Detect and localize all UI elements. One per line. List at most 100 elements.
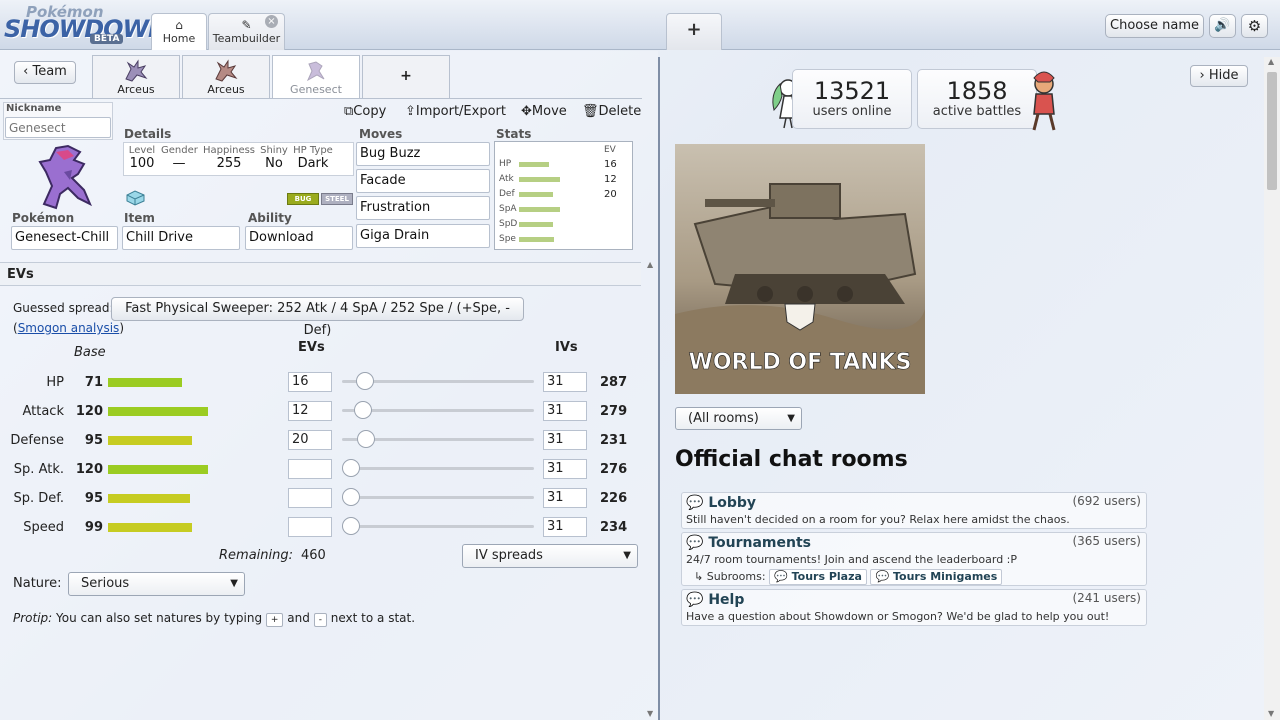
rooms-filter-value: (All rooms) <box>688 411 759 426</box>
showdown-logo[interactable]: Pokémon SHOWDOWN! BETA <box>4 3 178 47</box>
iv-spreads-select[interactable]: IV spreads ▼ <box>462 544 638 568</box>
ev-slider-track[interactable] <box>342 467 534 470</box>
left-scrollbar[interactable]: ▲ ▼ <box>645 260 657 720</box>
base-stat-bar <box>108 436 192 445</box>
choose-name-button[interactable]: Choose name <box>1105 14 1204 38</box>
ev-slider-track[interactable] <box>342 525 534 528</box>
import-export-button[interactable]: ⇪Import/Export <box>405 104 506 119</box>
ev-input[interactable]: 20 <box>288 430 332 450</box>
nature-select[interactable]: Serious ▼ <box>68 572 245 596</box>
protip-prefix: Protip: <box>13 611 53 625</box>
gender-header: Gender <box>161 145 198 156</box>
pokemon-tab-genesect[interactable]: Genesect <box>272 55 360 99</box>
guessed-spread-button[interactable]: Fast Physical Sweeper: 252 Atk / 4 SpA /… <box>111 297 524 338</box>
scroll-down-icon[interactable]: ▼ <box>647 709 653 718</box>
iv-input[interactable]: 31 <box>543 401 587 421</box>
scroll-up-icon[interactable]: ▲ <box>647 260 653 269</box>
stats-summary-button[interactable]: EV HP 16 Atk 12 Def 20 SpA SpD Spe <box>494 141 633 250</box>
right-scrollbar[interactable]: ▲ ▼ <box>1264 57 1280 720</box>
chat-bubble-icon: 💬 <box>875 570 890 583</box>
hptype-value: Dark <box>297 156 329 171</box>
iv-input[interactable]: 31 <box>543 488 587 508</box>
move-2-input[interactable]: Facade <box>356 169 490 193</box>
copy-label: Copy <box>353 104 387 119</box>
mini-stat-bar <box>519 207 560 212</box>
room-description: 24/7 room tournaments! Join and ascend t… <box>686 553 1018 566</box>
scroll-down-icon[interactable]: ▼ <box>1268 709 1274 718</box>
tab-teambuilder[interactable]: ✎ Teambuilder × <box>208 13 285 50</box>
ev-slider-handle[interactable] <box>342 459 360 477</box>
subroom-arrow-icon: ↳ <box>694 570 704 583</box>
pokemon-input[interactable]: Genesect-Chill <box>11 226 118 250</box>
pokemon-tab-arceus-2[interactable]: Arceus <box>182 55 270 99</box>
ad-brand-text: WORLD OF TANKS <box>689 350 912 375</box>
nickname-input[interactable] <box>5 117 111 138</box>
minus-key: - <box>313 613 327 627</box>
level-value: 100 <box>129 156 155 171</box>
move-4-input[interactable]: Giga Drain <box>356 224 490 248</box>
move-3-input[interactable]: Frustration <box>356 196 490 220</box>
base-stat-value: 95 <box>84 491 103 506</box>
item-label: Item <box>124 211 155 225</box>
add-pokemon-tab[interactable]: + <box>362 55 450 99</box>
ev-input[interactable] <box>288 459 332 479</box>
ev-input[interactable] <box>288 517 332 537</box>
genesect-sprite[interactable] <box>34 142 96 212</box>
chevron-down-icon: ▼ <box>230 578 238 589</box>
iv-input[interactable]: 31 <box>543 459 587 479</box>
settings-button[interactable]: ⚙ <box>1241 14 1268 38</box>
ability-input[interactable]: Download <box>245 226 353 250</box>
tab-home[interactable]: ⌂ Home <box>151 13 207 50</box>
iv-input[interactable]: 31 <box>543 430 587 450</box>
subroom-tours-plaza[interactable]: 💬 Tours Plaza <box>769 569 867 585</box>
room-lobby[interactable]: 💬 Lobby (692 users) Still haven't decide… <box>681 492 1147 529</box>
rooms-filter-select[interactable]: (All rooms) ▼ <box>675 407 802 430</box>
copy-button[interactable]: ⧉Copy <box>344 104 386 119</box>
iv-input[interactable]: 31 <box>543 372 587 392</box>
chat-bubble-icon: 💬 <box>774 570 788 583</box>
stat-total: 279 <box>600 404 628 419</box>
base-stat-bar <box>108 494 190 503</box>
shiny-value: No <box>265 156 283 171</box>
subroom-tours-minigames[interactable]: 💬 Tours Minigames <box>870 569 1003 585</box>
delete-button[interactable]: 🗑Delete <box>582 104 641 119</box>
evs-title: EVs <box>7 267 34 282</box>
plus-key: + <box>265 613 284 627</box>
scroll-up-icon[interactable]: ▲ <box>1268 57 1274 66</box>
volume-button[interactable]: 🔊 <box>1209 14 1236 38</box>
trainer-mascot-icon <box>1032 71 1056 131</box>
details-box[interactable]: Level 100 Gender — Happiness 255 Shiny No HP… <box>123 142 354 176</box>
ev-row: Speed 99 31 234 <box>0 517 640 543</box>
pokemon-tab-arceus-1[interactable]: Arceus <box>92 55 180 99</box>
move-label: Move <box>531 104 567 119</box>
ev-input[interactable] <box>288 488 332 508</box>
move-button[interactable]: ✥Move <box>521 104 567 119</box>
hide-button[interactable]: › Hide <box>1190 65 1248 87</box>
iv-input[interactable]: 31 <box>543 517 587 537</box>
move-icon: ✥ <box>521 104 532 119</box>
new-tab-button[interactable]: + <box>666 13 722 50</box>
ev-slider-handle[interactable] <box>342 488 360 506</box>
smogon-analysis-link[interactable]: Smogon analysis <box>18 321 120 335</box>
scrollbar-thumb[interactable] <box>1267 72 1277 190</box>
room-help[interactable]: 💬 Help (241 users) Have a question about… <box>681 589 1147 626</box>
ev-input[interactable]: 12 <box>288 401 332 421</box>
protip-part-a: You can also set natures by typing <box>56 611 263 625</box>
arceus-sprite-icon <box>215 59 238 82</box>
move-1-input[interactable]: Bug Buzz <box>356 142 490 166</box>
close-tab-icon[interactable]: × <box>265 15 278 28</box>
ev-slider-handle[interactable] <box>354 401 372 419</box>
gender-value: — <box>172 156 186 171</box>
mini-stat-bar <box>519 222 553 227</box>
ev-slider-handle[interactable] <box>342 517 360 535</box>
world-of-tanks-ad[interactable]: WORLD OF TANKS <box>675 144 925 394</box>
ev-slider-handle[interactable] <box>356 372 374 390</box>
back-to-team-button[interactable]: ‹ Team <box>14 61 76 84</box>
room-tournaments[interactable]: 💬 Tournaments (365 users) 24/7 room tour… <box>681 532 1147 586</box>
ev-slider-handle[interactable] <box>357 430 375 448</box>
ev-slider-track[interactable] <box>342 496 534 499</box>
copy-icon: ⧉ <box>344 104 354 119</box>
item-input[interactable]: Chill Drive <box>122 226 240 250</box>
ev-input[interactable]: 16 <box>288 372 332 392</box>
stat-total: 276 <box>600 462 628 477</box>
